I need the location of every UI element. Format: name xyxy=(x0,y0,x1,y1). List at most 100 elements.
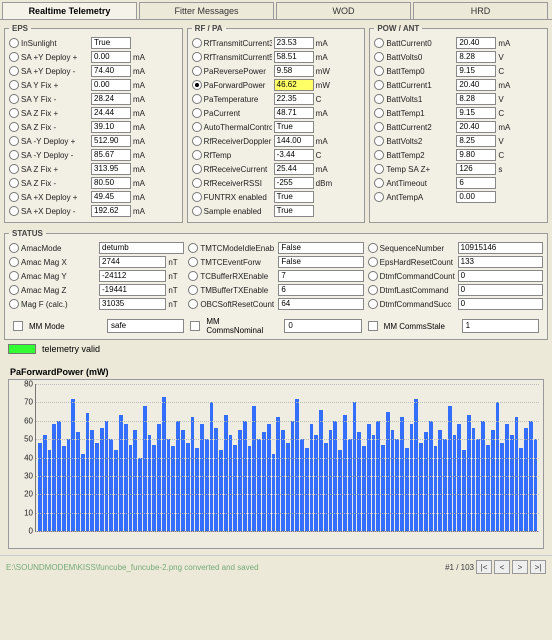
radio-button[interactable] xyxy=(192,178,202,188)
radio-button[interactable] xyxy=(188,257,198,267)
row-label: BattVolts2 xyxy=(386,137,454,146)
row-unit: dBm xyxy=(316,179,336,188)
mmstale-check[interactable] xyxy=(368,321,378,331)
radio-button[interactable] xyxy=(9,206,19,216)
rfpa-row: RfTemp-3.44C xyxy=(192,148,361,162)
radio-button[interactable] xyxy=(188,285,198,295)
status-value: -19441 xyxy=(99,284,166,296)
radio-button[interactable] xyxy=(374,38,384,48)
bar xyxy=(195,448,199,531)
radio-button[interactable] xyxy=(192,164,202,174)
row-value: 85.67 xyxy=(91,149,131,161)
mmstale-value: 1 xyxy=(462,319,539,333)
radio-button[interactable] xyxy=(374,150,384,160)
bar xyxy=(214,428,218,531)
radio-button[interactable] xyxy=(9,271,19,281)
nav-prev-button[interactable]: < xyxy=(494,560,510,574)
radio-button[interactable] xyxy=(368,285,378,295)
row-label: RfReceiverDoppler xyxy=(204,137,272,146)
radio-button[interactable] xyxy=(9,164,19,174)
power-row: BattCurrent020.40mA xyxy=(374,36,543,50)
radio-button[interactable] xyxy=(9,136,19,146)
radio-button[interactable] xyxy=(192,136,202,146)
tab-wod[interactable]: WOD xyxy=(276,2,411,19)
y-tick: 0 xyxy=(29,527,36,536)
radio-button[interactable] xyxy=(9,192,19,202)
nav-last-button[interactable]: >| xyxy=(530,560,546,574)
radio-button[interactable] xyxy=(374,108,384,118)
radio-button[interactable] xyxy=(192,150,202,160)
radio-button[interactable] xyxy=(374,66,384,76)
bar xyxy=(71,399,75,531)
radio-button[interactable] xyxy=(192,52,202,62)
radio-button[interactable] xyxy=(374,136,384,146)
radio-button[interactable] xyxy=(374,192,384,202)
tab-fitter[interactable]: Fitter Messages xyxy=(139,2,274,19)
plot-area: 01020304050607080 xyxy=(35,384,539,532)
bar xyxy=(414,399,418,531)
bar xyxy=(300,439,304,531)
radio-button[interactable] xyxy=(9,66,19,76)
radio-button[interactable] xyxy=(374,164,384,174)
row-value: 80.50 xyxy=(91,177,131,189)
bar xyxy=(372,435,376,531)
eps-row: SA +Y Deploy +0.00mA xyxy=(9,50,178,64)
row-label: SA Y Fix + xyxy=(21,81,89,90)
bar xyxy=(109,439,113,531)
radio-button[interactable] xyxy=(192,206,202,216)
radio-button[interactable] xyxy=(9,122,19,132)
bar xyxy=(43,435,47,531)
tab-hrd[interactable]: HRD xyxy=(413,2,548,19)
power-row: BattTemp19.15C xyxy=(374,106,543,120)
bar xyxy=(276,417,280,531)
radio-button[interactable] xyxy=(9,94,19,104)
valid-led-icon xyxy=(8,344,36,354)
radio-button[interactable] xyxy=(188,299,198,309)
radio-button[interactable] xyxy=(192,122,202,132)
status-value: 0 xyxy=(458,270,543,282)
mmnom-check[interactable] xyxy=(190,321,200,331)
radio-button[interactable] xyxy=(9,285,19,295)
row-label: InSunlight xyxy=(21,39,89,48)
radio-button[interactable] xyxy=(9,52,19,62)
row-label: BattTemp1 xyxy=(386,109,454,118)
radio-button[interactable] xyxy=(192,94,202,104)
mmmode-check[interactable] xyxy=(13,321,23,331)
radio-button[interactable] xyxy=(374,80,384,90)
status-unit: nT xyxy=(168,272,184,281)
radio-button[interactable] xyxy=(9,243,19,253)
radio-button[interactable] xyxy=(9,38,19,48)
tab-bar: Realtime Telemetry Fitter Messages WOD H… xyxy=(0,0,552,20)
radio-button[interactable] xyxy=(9,299,19,309)
radio-button[interactable] xyxy=(368,243,378,253)
radio-button[interactable] xyxy=(192,66,202,76)
radio-button[interactable] xyxy=(9,178,19,188)
nav-next-button[interactable]: > xyxy=(512,560,528,574)
grid-line xyxy=(36,513,539,514)
rfpa-row: RfReceiverRSSI-255dBm xyxy=(192,176,361,190)
radio-button[interactable] xyxy=(368,271,378,281)
nav-first-button[interactable]: |< xyxy=(476,560,492,574)
radio-button[interactable] xyxy=(368,257,378,267)
eps-row: SA -Y Deploy +512.90mA xyxy=(9,134,178,148)
radio-button[interactable] xyxy=(374,52,384,62)
row-label: Sample enabled xyxy=(204,207,272,216)
radio-button[interactable] xyxy=(188,271,198,281)
radio-button[interactable] xyxy=(9,80,19,90)
radio-button[interactable] xyxy=(9,257,19,267)
radio-button[interactable] xyxy=(188,243,198,253)
status-value: -24112 xyxy=(99,270,166,282)
radio-button[interactable] xyxy=(9,108,19,118)
radio-button[interactable] xyxy=(374,94,384,104)
radio-button[interactable] xyxy=(374,178,384,188)
radio-button[interactable] xyxy=(9,150,19,160)
radio-button[interactable] xyxy=(192,38,202,48)
radio-button[interactable] xyxy=(192,80,202,90)
tab-realtime[interactable]: Realtime Telemetry xyxy=(2,2,137,19)
bar xyxy=(81,454,85,531)
radio-button[interactable] xyxy=(374,122,384,132)
radio-button[interactable] xyxy=(192,192,202,202)
bar xyxy=(348,439,352,531)
radio-button[interactable] xyxy=(192,108,202,118)
radio-button[interactable] xyxy=(368,299,378,309)
